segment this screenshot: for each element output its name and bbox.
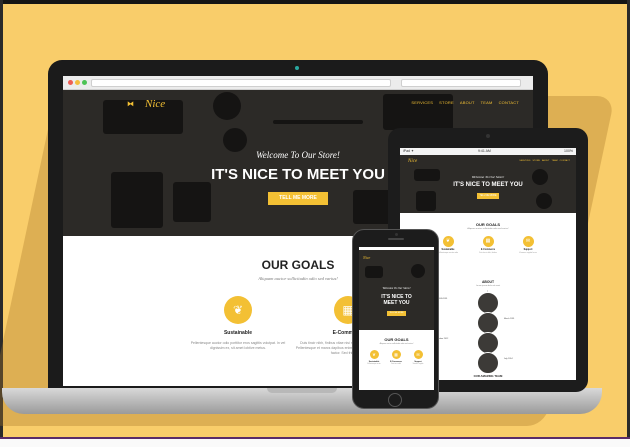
nav-link-team[interactable]: TEAM [481,100,493,105]
hero-photo-watch [213,92,241,120]
tablet-tell-me-more-button[interactable]: TELL ME MORE [477,193,499,199]
nav-link-about[interactable]: ABOUT [542,160,550,162]
tablet-camera [486,134,490,138]
hero-photo-card-case [173,182,211,222]
goal-text: Pellentesque auctor [367,364,381,365]
phone-hero-welcome: Welcome To Our Store! [382,286,411,290]
hero-photo-wallet [365,266,383,278]
phone-goals-title: OUR GOALS [384,337,409,342]
phone-hero-title: IT'S NICE TO MEET YOU [359,294,434,306]
leaf-icon: ❦ [442,236,454,247]
hero-photo-notebook [416,191,436,211]
goal-name: E-Commerce [390,361,402,363]
goal-text: Vivamus sagittis [412,364,424,365]
phone-screen: Nice Welcome To Our Store! IT'S NICE TO … [359,247,434,390]
close-window-icon[interactable] [68,80,73,85]
top-frame-bar [0,0,630,4]
shopping-basket-icon: ▦ [482,236,494,247]
address-bar[interactable] [91,79,391,87]
leaf-icon: ❦ [224,296,252,324]
tablet-battery: 100% [564,149,573,153]
phone-device: Nice Welcome To Our Store! IT'S NICE TO … [352,229,439,409]
goal-text: Duis tincir nibh [391,364,401,365]
nav-link-team[interactable]: TEAM [552,160,558,162]
phone-speaker [388,238,404,240]
phone-goal-support: ✉ Support Vivamus sagittis [407,350,429,365]
goal-name: Support [523,249,533,251]
goal-text: Duis tincir nibh, finibus [479,252,497,254]
timeline-image [477,352,499,374]
shopping-basket-icon: ▦ [391,350,401,359]
goal-name: Support [414,361,422,363]
brand-logo[interactable]: Nice [145,98,165,110]
nav-link-store[interactable]: STORE [532,160,540,162]
nav-link-services[interactable]: SERVICES [411,100,433,105]
browser-search-box[interactable] [401,79,521,87]
chat-icon: ✉ [413,350,423,359]
goal-name: E-Commerce [480,249,496,251]
tablet-nav: SERVICES STORE ABOUT TEAM CONTACT [519,160,570,162]
maximize-window-icon[interactable] [82,80,87,85]
phone-camera [395,233,398,236]
phone-hero-title-line2: MEET YOU [383,300,410,306]
nav-link-about[interactable]: ABOUT [460,100,475,105]
tablet-goal-support: ✉ Support Vivamus sagittis lacus [508,236,548,254]
timeline-label: March 2011 [504,318,515,320]
bow-tie-icon: ⧓ [127,101,134,108]
tablet-hero-section: Nice SERVICES STORE ABOUT TEAM CONTACT W… [400,155,576,213]
hero-photo-box [353,190,393,224]
browser-toolbar [63,76,533,90]
tell-me-more-button[interactable]: TELL ME MORE [268,192,328,205]
nav-link-store[interactable]: STORE [439,100,454,105]
hero-photo-glasses [536,193,552,209]
bottom-frame-bar [0,437,630,447]
timeline-label: July 2014 [504,358,513,360]
goal-text: Pellentesque auctor odio porttitor eros … [190,341,286,350]
chat-icon: ✉ [522,236,534,247]
goal-text: Vivamus sagittis lacus [519,252,537,254]
tablet-clock: 9:41 AM [478,149,491,153]
nav-link-contact[interactable]: CONTACT [499,100,519,105]
phone-goal-sustainable: ❦ Sustainable Pellentesque auctor [363,350,385,365]
hero-photo-pen [273,120,363,124]
phone-brand-logo[interactable]: Nice [363,255,370,260]
goal-name: Sustainable [368,361,380,363]
timeline-image [477,312,499,334]
minimize-window-icon[interactable] [75,80,80,85]
tablet-goals-title: OUR GOALS [475,222,501,227]
hero-photo-wallet [103,100,183,134]
goal-name: Sustainable [223,330,253,336]
main-nav: SERVICES STORE ABOUT TEAM CONTACT [411,100,519,105]
timeline-image [477,292,499,314]
phone-hero-section: Nice Welcome To Our Store! IT'S NICE TO … [359,250,434,330]
tablet-brand-logo[interactable]: Nice [408,159,417,164]
tablet-carrier: iPad ✦ [403,149,414,153]
nav-link-services[interactable]: SERVICES [519,160,530,162]
phone-goal-ecommerce: ▦ E-Commerce Duis tincir nibh [385,350,407,365]
laptop-base-notch [267,388,337,393]
timeline-label: 2009-2011 [438,298,448,300]
hero-photo-watch [411,264,425,278]
timeline-image [477,332,499,354]
hero-photo-lens [223,128,247,152]
tablet-hero-title: IT'S NICE TO MEET YOU [453,182,523,188]
leaf-icon: ❦ [369,350,379,359]
laptop-camera [295,66,299,70]
phone-home-button[interactable] [388,393,402,407]
goal-card-sustainable: ❦ Sustainable Pellentesque auctor odio p… [183,296,293,351]
tablet-hero-welcome: Welcome To Our Store! [471,175,505,179]
phone-tell-me-more-button[interactable]: TELL ME MORE [387,311,406,316]
phone-goals-subtitle: Aliquam auctor sollicitudin odio sed var… [379,343,414,345]
tablet-status-bar: iPad ✦ 9:41 AM 100% [400,148,576,155]
tablet-goal-ecommerce: ▦ E-Commerce Duis tincir nibh, finibus [468,236,508,254]
nav-link-contact[interactable]: CONTACT [560,160,570,162]
